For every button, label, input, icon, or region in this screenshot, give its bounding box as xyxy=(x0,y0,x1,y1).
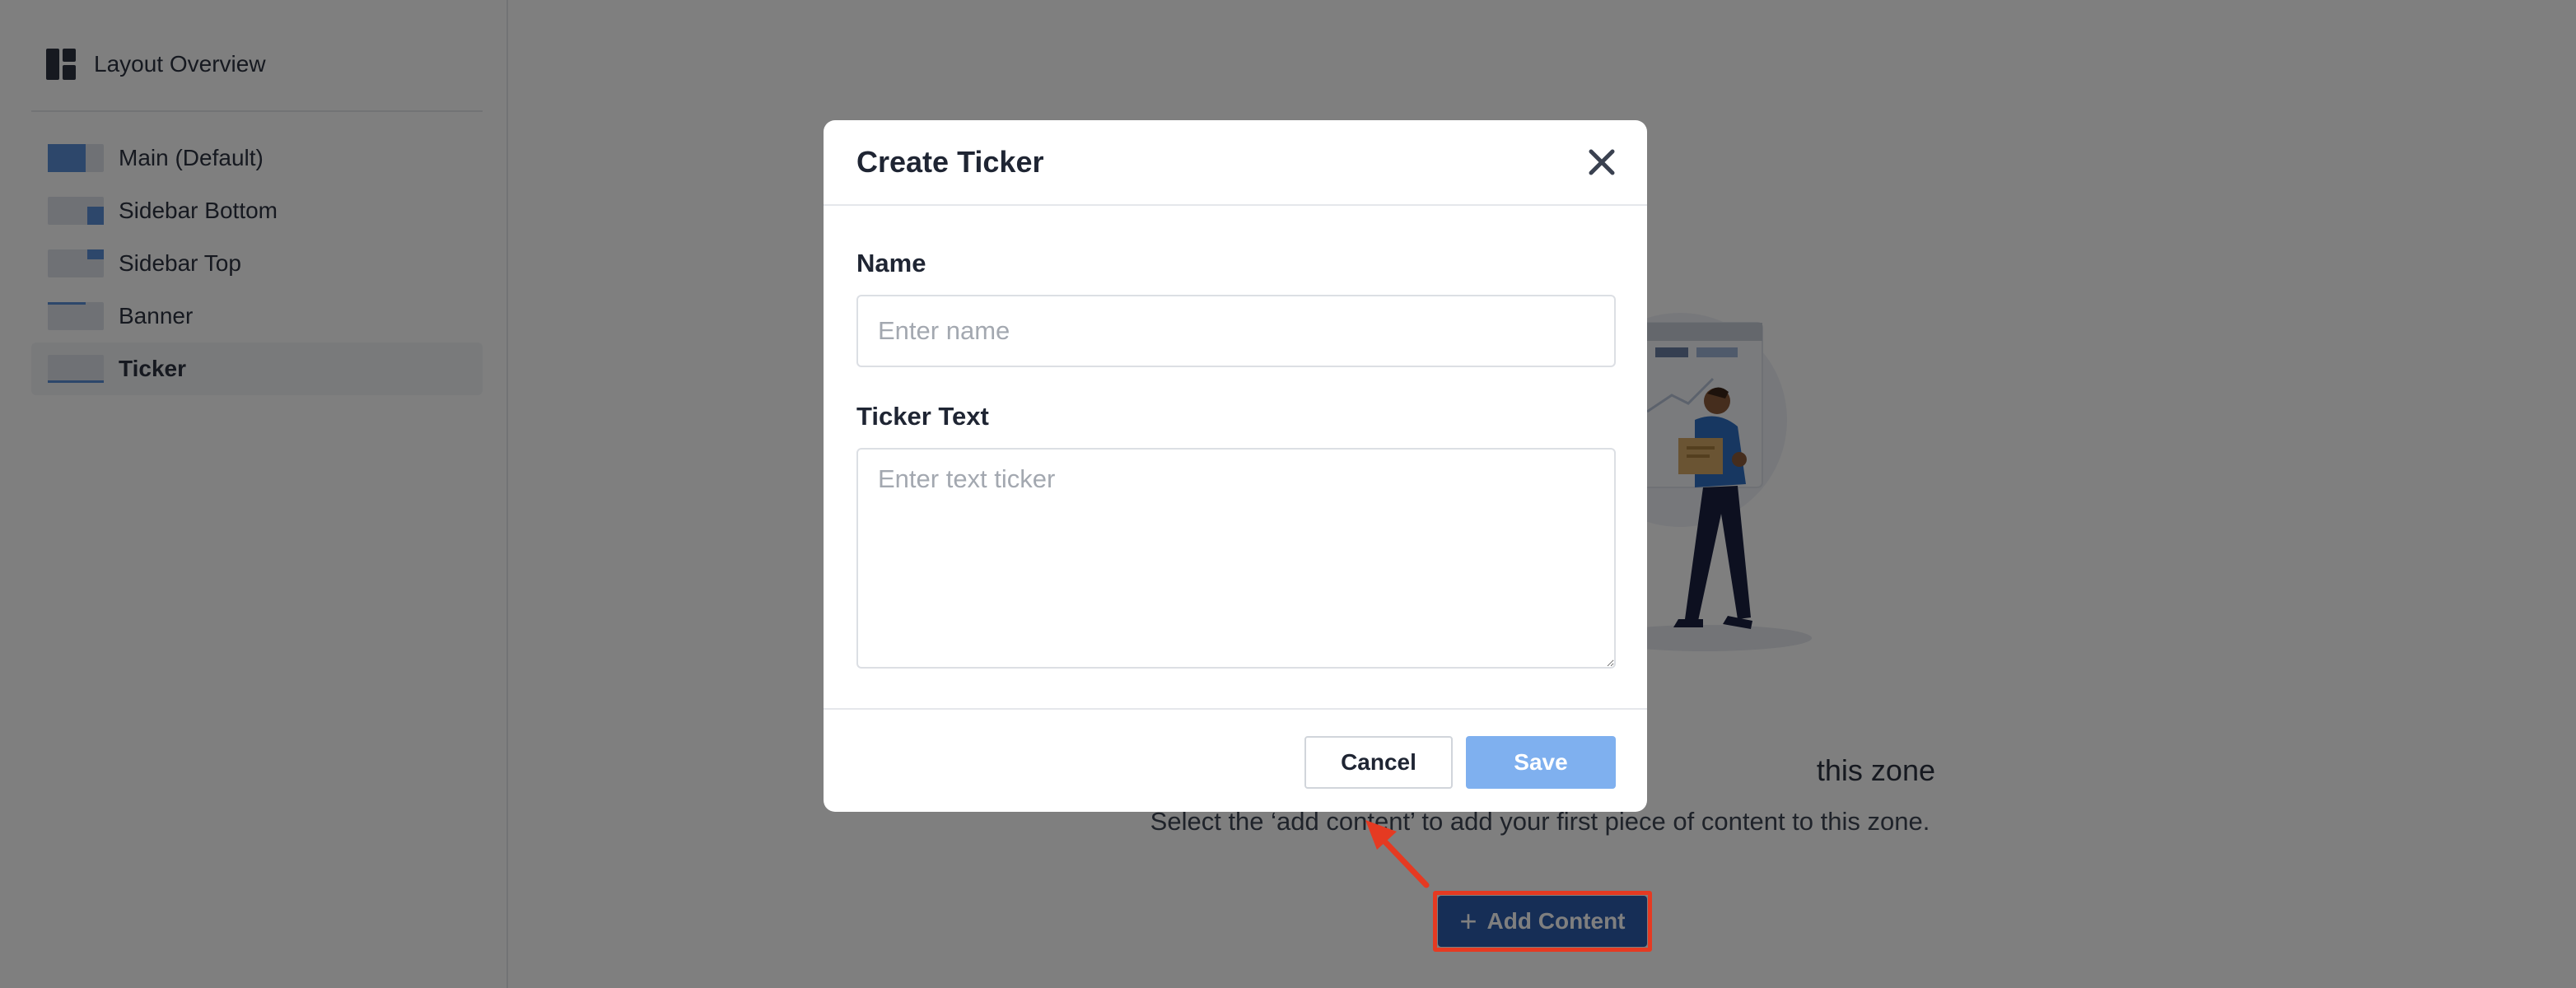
cancel-button[interactable]: Cancel xyxy=(1304,736,1453,789)
name-label: Name xyxy=(856,249,926,277)
modal-header: Create Ticker xyxy=(824,120,1647,206)
save-button[interactable]: Save xyxy=(1466,736,1616,789)
ticker-text-label: Ticker Text xyxy=(856,402,989,431)
modal-footer-divider xyxy=(824,708,1647,710)
annotation-arrow-icon xyxy=(1365,820,1430,888)
add-content-highlight-box xyxy=(1433,891,1652,952)
name-input[interactable] xyxy=(856,295,1616,367)
ticker-text-input[interactable] xyxy=(856,448,1616,669)
create-ticker-modal: Create Ticker Name Ticker Text Cancel Sa… xyxy=(824,120,1647,812)
close-icon[interactable] xyxy=(1586,147,1617,178)
modal-title: Create Ticker xyxy=(856,145,1044,179)
